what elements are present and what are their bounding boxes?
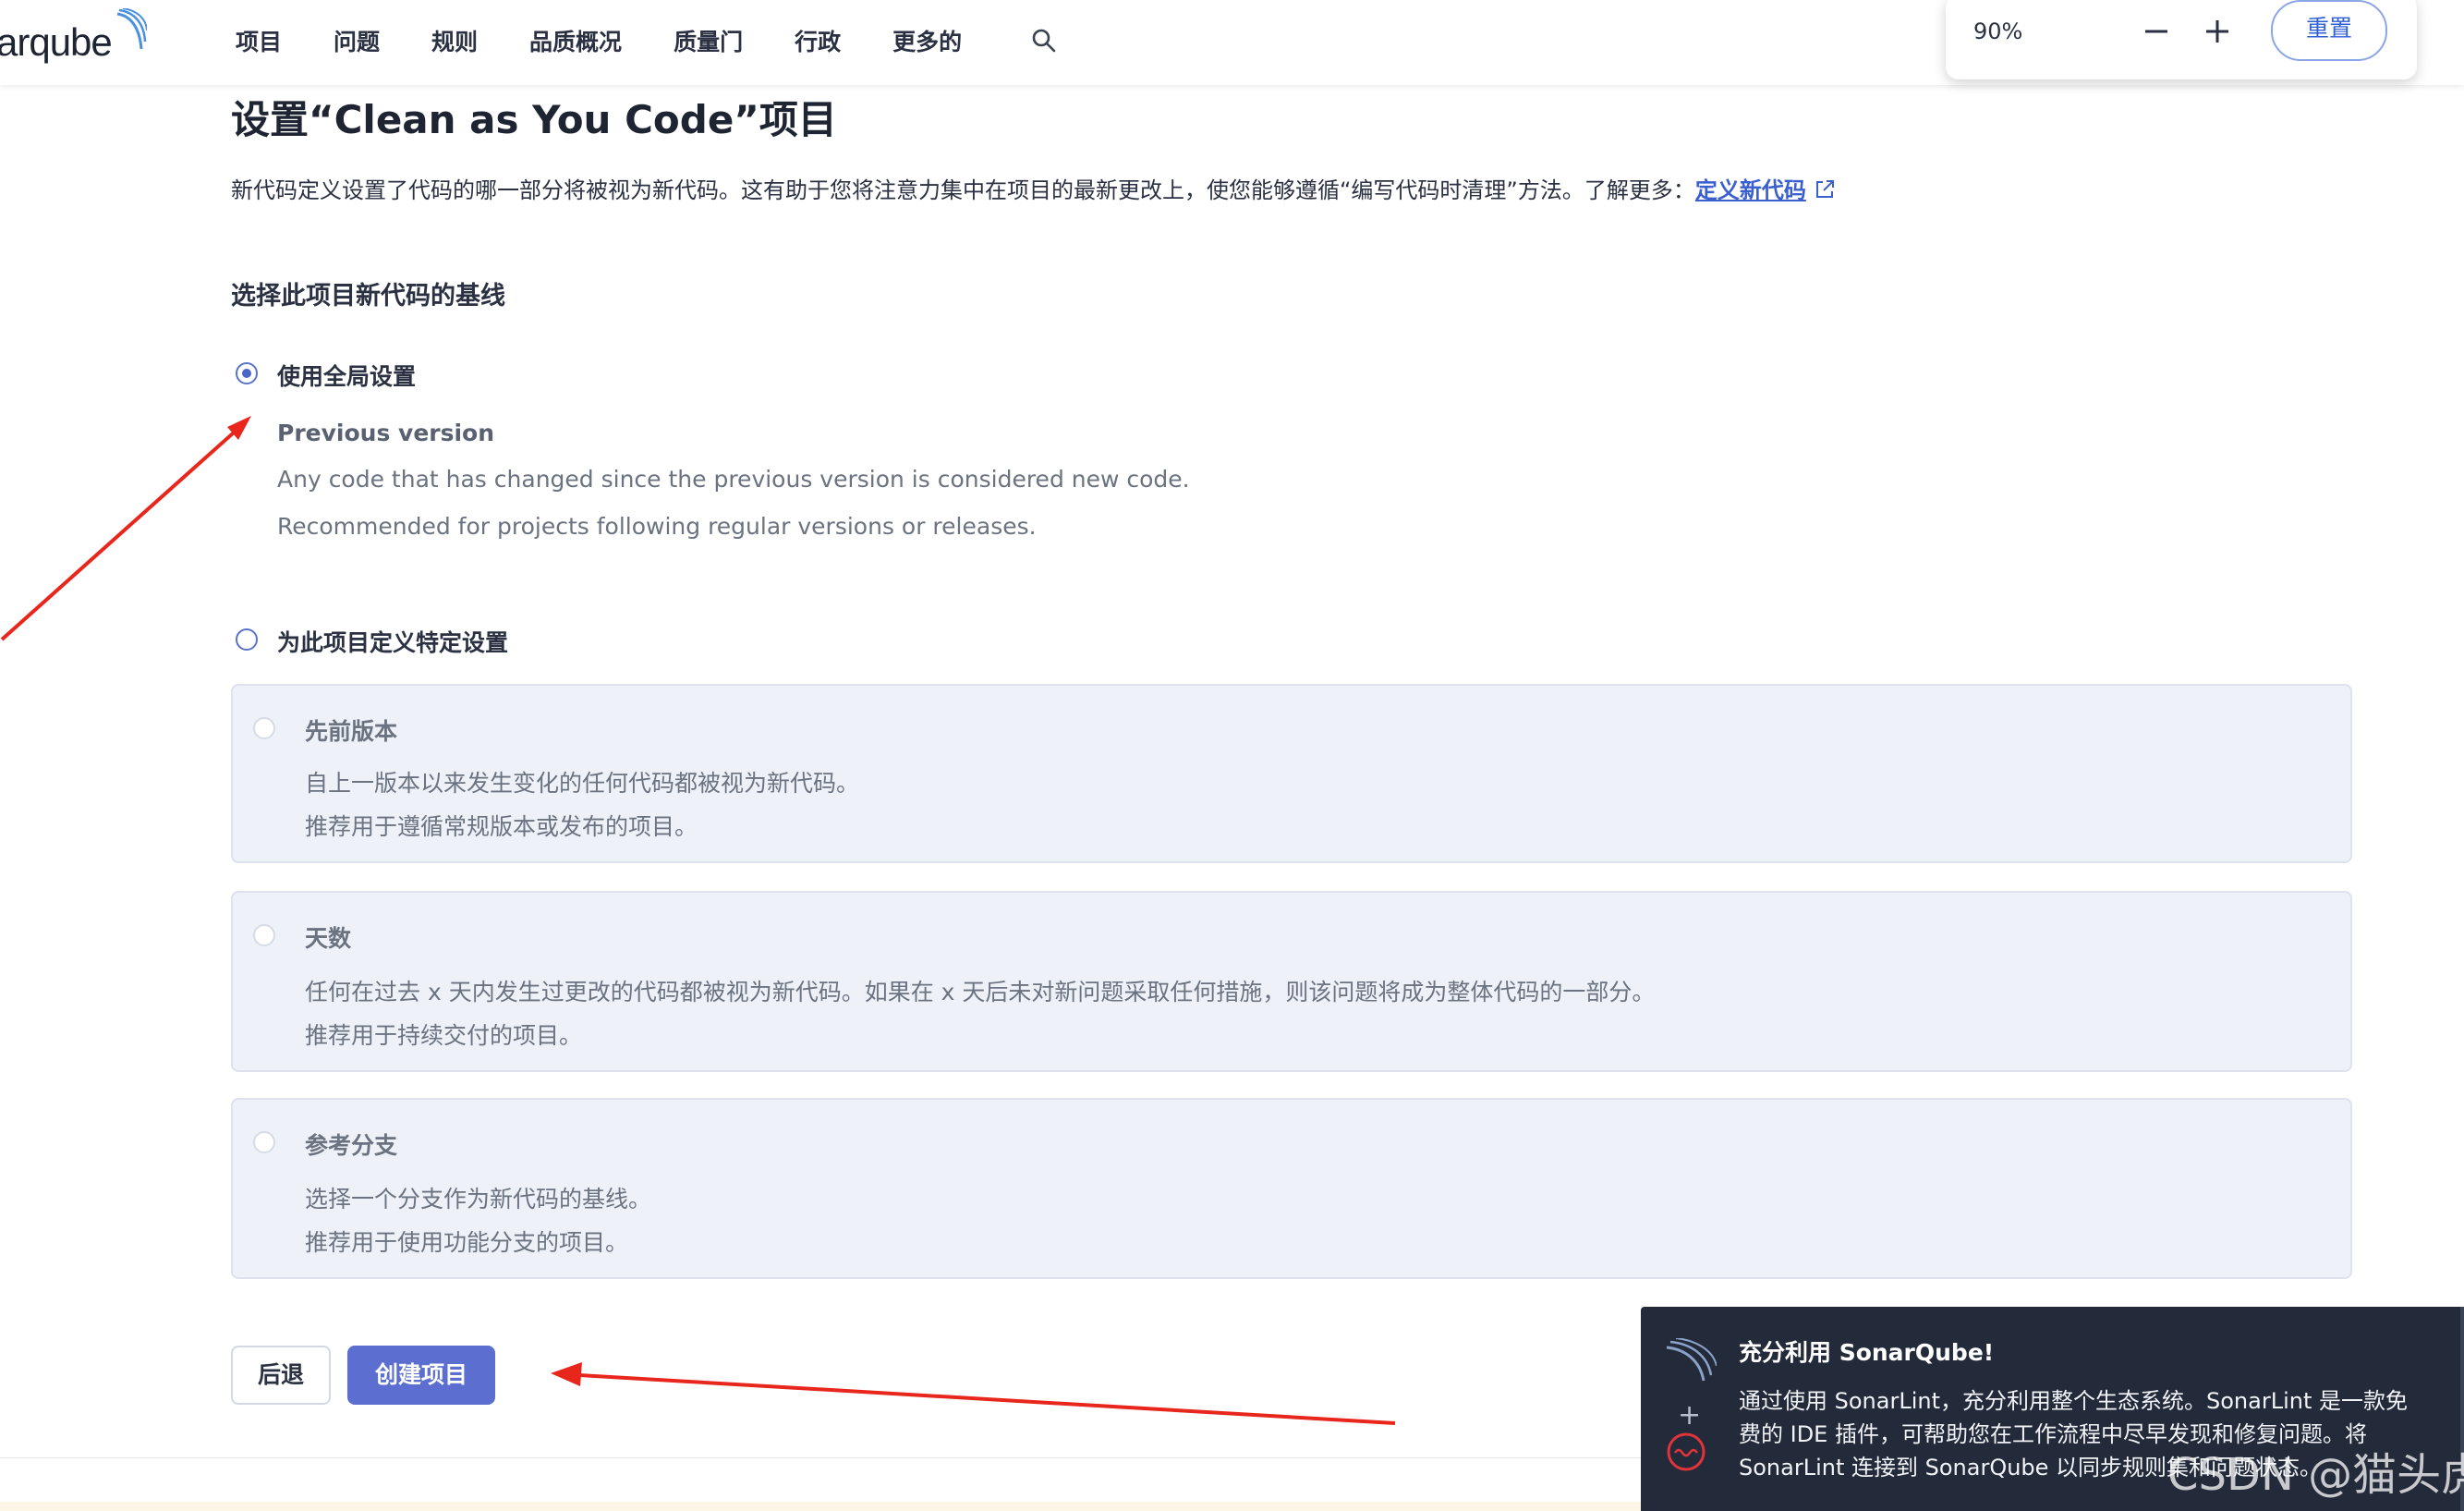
zoom-reset-button[interactable]: 重置 [2271, 0, 2387, 61]
arrow-to-global-setting [0, 416, 251, 641]
page-description: 新代码定义设置了代码的哪一部分将被视为新代码。这有助于您将注意力集中在项目的最新… [231, 172, 1836, 204]
sonarlint-icon [1667, 1432, 1705, 1471]
section-title: 选择此项目新代码的基线 [231, 282, 505, 311]
description-text: 新代码定义设置了代码的哪一部分将被视为新代码。这有助于您将注意力集中在项目的最新… [231, 177, 1695, 203]
main-nav: 项目 问题 规则 品质概况 质量门 行政 更多的 [236, 24, 1058, 57]
nav-item-issues[interactable]: 问题 [334, 24, 380, 57]
zoom-in-icon[interactable] [2197, 11, 2238, 52]
csdn-watermark: CSDN @猫头虎 [2167, 1449, 2464, 1501]
specific-setting-radio[interactable] [236, 628, 258, 651]
toast-body-line: 通过使用 SonarLint，充分利用整个生态系统。SonarLint 是一款免 [1739, 1388, 2408, 1414]
specific-setting-label[interactable]: 为此项目定义特定设置 [277, 625, 508, 658]
nav-item-quality-profiles[interactable]: 品质概况 [529, 24, 622, 57]
card-recommendation: 推荐用于持续交付的项目。 [305, 1022, 583, 1049]
nav-item-administration[interactable]: 行政 [795, 24, 841, 57]
create-project-button[interactable]: 创建项目 [347, 1346, 495, 1405]
card-recommendation: 推荐用于使用功能分支的项目。 [305, 1229, 629, 1256]
global-setting-recommendation: Recommended for projects following regul… [277, 513, 1037, 540]
arrow-to-create-button [551, 1362, 1396, 1425]
external-link-icon[interactable] [1814, 178, 1836, 201]
card-description: 任何在过去 x 天内发生过更改的代码都被视为新代码。如果在 x 天后未对新问题采… [305, 979, 1656, 1005]
zoom-out-icon[interactable] [2136, 11, 2177, 52]
logo-text: arqube [0, 20, 113, 64]
nav-item-rules[interactable]: 规则 [431, 24, 478, 57]
define-new-code-link[interactable]: 定义新代码 [1695, 177, 1806, 203]
option-card-reference-branch[interactable]: 参考分支 选择一个分支作为新代码的基线。 推荐用于使用功能分支的项目。 [231, 1098, 2352, 1279]
sonar-waves-icon [116, 8, 147, 50]
option-card-days[interactable]: 天数 任何在过去 x 天内发生过更改的代码都被视为新代码。如果在 x 天后未对新… [231, 891, 2352, 1072]
zoom-level: 90% [1973, 18, 2023, 44]
plus-icon: + [1678, 1399, 1702, 1432]
nav-item-quality-gates[interactable]: 质量门 [674, 24, 743, 57]
browser-zoom-popup: 90% 重置 [1946, 0, 2417, 79]
global-setting-label[interactable]: 使用全局设置 [277, 359, 416, 392]
card-recommendation: 推荐用于遵循常规版本或发布的项目。 [305, 813, 698, 840]
nav-item-more[interactable]: 更多的 [892, 24, 962, 57]
card-title: 天数 [305, 925, 352, 952]
global-setting-title: Previous version [277, 420, 495, 446]
bottom-banner-strip [0, 1502, 1645, 1511]
option-card-previous-version[interactable]: 先前版本 自上一版本以来发生变化的任何代码都被视为新代码。 推荐用于遵循常规版本… [231, 684, 2352, 863]
footer-divider [0, 1457, 1645, 1458]
days-radio[interactable] [253, 924, 275, 946]
card-title: 先前版本 [305, 718, 398, 745]
search-icon[interactable] [1030, 27, 1058, 55]
global-setting-radio[interactable] [236, 362, 258, 384]
previous-version-radio[interactable] [253, 717, 275, 739]
reference-branch-radio[interactable] [253, 1131, 275, 1153]
sonarqube-logo[interactable]: arqube [0, 8, 147, 72]
card-title: 参考分支 [305, 1132, 398, 1159]
back-button[interactable]: 后退 [231, 1346, 331, 1405]
nav-item-projects[interactable]: 项目 [236, 24, 282, 57]
global-setting-description: Any code that has changed since the prev… [277, 466, 1190, 493]
page-title: 设置“Clean as You Code”项目 [231, 97, 837, 142]
card-description: 自上一版本以来发生变化的任何代码都被视为新代码。 [305, 770, 860, 797]
sonar-waves-icon [1666, 1338, 1717, 1382]
toast-title: 充分利用 SonarQube! [1739, 1339, 1995, 1366]
card-description: 选择一个分支作为新代码的基线。 [305, 1186, 652, 1212]
